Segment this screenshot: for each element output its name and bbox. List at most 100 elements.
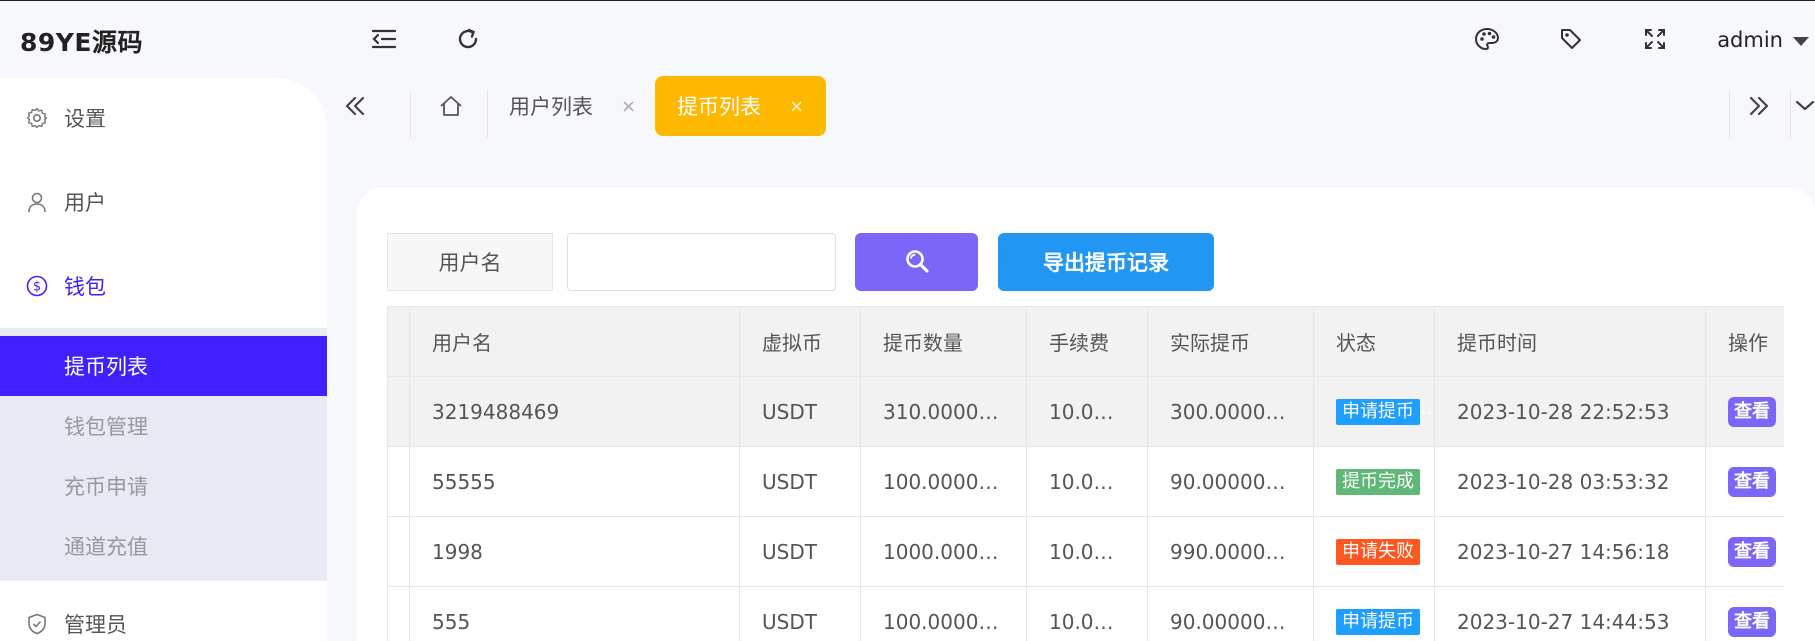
sidebar-item-settings[interactable]: 设置 bbox=[0, 88, 327, 148]
cell-amount: 1000.00000000 bbox=[860, 516, 1027, 587]
tab-user-list[interactable]: 用户列表 × bbox=[509, 76, 636, 136]
column-header-amount: 提币数量 bbox=[860, 306, 1027, 377]
svg-text:$: $ bbox=[33, 280, 41, 295]
cell-coin: USDT bbox=[739, 586, 861, 641]
cell-coin: USDT bbox=[739, 376, 861, 447]
cell-amount: 100.00000000 bbox=[860, 586, 1027, 641]
search-icon bbox=[904, 248, 930, 277]
cell-fee: 10.0000 bbox=[1026, 516, 1148, 587]
submenu-item-wallet-manage[interactable]: 钱包管理 bbox=[0, 396, 327, 456]
cell-action: 查看 bbox=[1705, 586, 1784, 641]
sidebar-item-label: 管理员 bbox=[64, 613, 127, 637]
status-badge: 申请提币 bbox=[1336, 399, 1420, 425]
username-label: admin bbox=[1717, 28, 1783, 52]
cell-time: 2023-10-28 22:52:53 bbox=[1434, 376, 1706, 447]
tab-divider bbox=[1790, 90, 1791, 138]
cell-amount: 310.00000000 bbox=[860, 376, 1027, 447]
cell-username: 3219488469 bbox=[409, 376, 740, 447]
table-row: 55555 USDT 100.00000000 10.0000 90.00000000 提… bbox=[387, 446, 1784, 517]
tabs-scroll-left-icon[interactable] bbox=[327, 76, 383, 136]
tab-bar: 用户列表 × 提币列表 × bbox=[327, 76, 1815, 138]
cell-status: 申请提币 bbox=[1313, 376, 1435, 447]
tab-home[interactable] bbox=[423, 76, 479, 136]
submenu-item-deposit-apply[interactable]: 充币申请 bbox=[0, 456, 327, 516]
column-header-actual: 实际提币 bbox=[1147, 306, 1314, 377]
cell-actual: 90.00000000 bbox=[1147, 586, 1314, 641]
row-selector-cell bbox=[387, 446, 410, 517]
column-header-fee: 手续费 bbox=[1026, 306, 1148, 377]
sidebar-item-users[interactable]: 用户 bbox=[0, 172, 327, 232]
cell-username: 555 bbox=[409, 586, 740, 641]
search-button[interactable] bbox=[855, 233, 978, 291]
top-header: 89YE源码 admin bbox=[0, 0, 1815, 78]
shield-check-icon bbox=[26, 613, 48, 635]
cell-actual: 90.00000000 bbox=[1147, 446, 1314, 517]
table-row: 555 USDT 100.00000000 10.0000 90.00000000 申请提… bbox=[387, 586, 1784, 641]
cell-amount: 100.00000000 bbox=[860, 446, 1027, 517]
cell-time: 2023-10-28 03:53:32 bbox=[1434, 446, 1706, 517]
sidebar-item-label: 钱包 bbox=[64, 275, 106, 299]
cell-status: 申请提币 bbox=[1313, 586, 1435, 641]
row-selector-cell bbox=[387, 376, 410, 447]
view-button[interactable]: 查看 bbox=[1728, 466, 1776, 497]
export-withdraw-records-button[interactable]: 导出提币记录 bbox=[998, 233, 1214, 291]
cell-time: 2023-10-27 14:44:53 bbox=[1434, 586, 1706, 641]
cell-fee: 10.0000 bbox=[1026, 446, 1148, 517]
user-icon bbox=[26, 191, 48, 213]
tag-icon[interactable] bbox=[1557, 25, 1585, 53]
tabs-dropdown-icon[interactable] bbox=[1793, 76, 1815, 136]
sidebar: 设置 用户 $ 钱包 提币列表 钱包管理 充币申请 通道充值 管理员 bbox=[0, 78, 327, 641]
column-header-username: 用户名 bbox=[409, 306, 740, 377]
sidebar-item-admin[interactable]: 管理员 bbox=[0, 594, 327, 641]
row-selector-cell bbox=[387, 586, 410, 641]
tabs-scroll-right-icon[interactable] bbox=[1731, 76, 1787, 136]
brand-logo: 89YE源码 bbox=[20, 28, 143, 57]
status-badge: 申请提币 bbox=[1336, 609, 1420, 635]
column-header-status: 状态 bbox=[1313, 306, 1435, 377]
cell-fee: 10.0000 bbox=[1026, 586, 1148, 641]
close-icon[interactable]: × bbox=[789, 96, 804, 117]
table-row: 3219488469 USDT 310.00000000 10.0000 300.000… bbox=[387, 376, 1784, 447]
cell-username: 1998 bbox=[409, 516, 740, 587]
cell-time: 2023-10-27 14:56:18 bbox=[1434, 516, 1706, 587]
view-button[interactable]: 查看 bbox=[1728, 606, 1776, 637]
column-header-time: 提币时间 bbox=[1434, 306, 1706, 377]
cell-actual: 990.00000000 bbox=[1147, 516, 1314, 587]
tab-label: 提币列表 bbox=[677, 95, 761, 119]
user-menu[interactable]: admin bbox=[1717, 25, 1809, 55]
cell-actual: 300.00000000 bbox=[1147, 376, 1314, 447]
cell-status: 提币完成 bbox=[1313, 446, 1435, 517]
cell-action: 查看 bbox=[1705, 516, 1784, 587]
chevron-down-icon bbox=[1793, 36, 1809, 46]
row-selector-cell bbox=[387, 516, 410, 587]
dollar-circle-icon: $ bbox=[26, 275, 48, 297]
tab-withdraw-list[interactable]: 提币列表 × bbox=[655, 76, 827, 136]
gear-icon bbox=[26, 107, 48, 129]
sidebar-item-label: 用户 bbox=[64, 191, 106, 215]
search-username-label: 用户名 bbox=[387, 233, 553, 291]
close-icon[interactable]: × bbox=[621, 96, 636, 117]
view-button[interactable]: 查看 bbox=[1728, 396, 1776, 427]
tab-divider bbox=[1729, 90, 1730, 138]
cell-username: 55555 bbox=[409, 446, 740, 517]
cell-action: 查看 bbox=[1705, 446, 1784, 517]
row-selector-header bbox=[387, 306, 410, 377]
palette-icon[interactable] bbox=[1473, 25, 1501, 53]
withdraw-table: 用户名 虚拟币 提币数量 手续费 实际提币 状态 提币时间 操作 3219488… bbox=[387, 306, 1784, 641]
view-button[interactable]: 查看 bbox=[1728, 536, 1776, 567]
sidebar-item-label: 设置 bbox=[64, 107, 106, 131]
column-header-action: 操作 bbox=[1705, 306, 1784, 377]
cell-coin: USDT bbox=[739, 516, 861, 587]
tab-divider bbox=[487, 90, 488, 138]
menu-fold-icon[interactable] bbox=[370, 25, 398, 53]
refresh-icon[interactable] bbox=[454, 25, 482, 53]
cell-coin: USDT bbox=[739, 446, 861, 517]
submenu-item-withdraw-list[interactable]: 提币列表 bbox=[0, 336, 327, 396]
wallet-submenu: 提币列表 钱包管理 充币申请 通道充值 bbox=[0, 328, 327, 581]
column-header-coin: 虚拟币 bbox=[739, 306, 861, 377]
sidebar-item-wallet[interactable]: $ 钱包 bbox=[0, 256, 327, 316]
search-username-input[interactable] bbox=[567, 233, 836, 291]
tab-divider bbox=[410, 90, 411, 138]
fullscreen-icon[interactable] bbox=[1641, 25, 1669, 53]
submenu-item-channel-recharge[interactable]: 通道充值 bbox=[0, 516, 327, 576]
